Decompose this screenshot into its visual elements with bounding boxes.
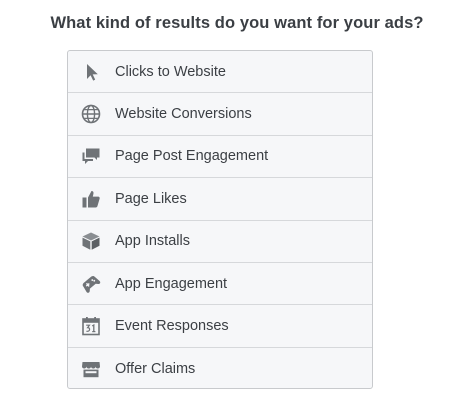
objective-app-installs[interactable]: App Installs [68, 221, 372, 263]
objective-clicks-to-website[interactable]: Clicks to Website [68, 51, 372, 94]
cursor-icon [80, 61, 102, 83]
objective-label: App Installs [115, 233, 190, 250]
box-icon [80, 230, 102, 252]
storefront-icon [80, 358, 102, 380]
globe-icon [80, 103, 102, 125]
objective-label: Event Responses [115, 318, 229, 335]
objective-page-post-engagement[interactable]: Page Post Engagement [68, 136, 372, 179]
objective-website-conversions[interactable]: Website Conversions [68, 93, 372, 136]
objective-label: Website Conversions [115, 106, 252, 123]
objective-page-likes[interactable]: Page Likes [68, 178, 372, 221]
chat-bubbles-icon [80, 145, 102, 167]
objective-label: Offer Claims [115, 360, 196, 377]
objective-event-responses[interactable]: Event Responses [68, 305, 372, 348]
objective-label: Clicks to Website [115, 63, 226, 80]
thumbs-up-icon [80, 188, 102, 210]
page-title: What kind of results do you want for you… [50, 14, 424, 32]
objective-app-engagement[interactable]: App Engagement [68, 263, 372, 306]
ad-objective-list: Clicks to Website Website Conversions Pa… [67, 50, 373, 389]
objective-offer-claims[interactable]: Offer Claims [68, 348, 372, 388]
objective-label: App Engagement [115, 275, 228, 292]
gamepad-icon [80, 273, 102, 295]
objective-label: Page Likes [115, 190, 187, 207]
calendar-icon [80, 315, 102, 337]
objective-label: Page Post Engagement [115, 148, 269, 165]
